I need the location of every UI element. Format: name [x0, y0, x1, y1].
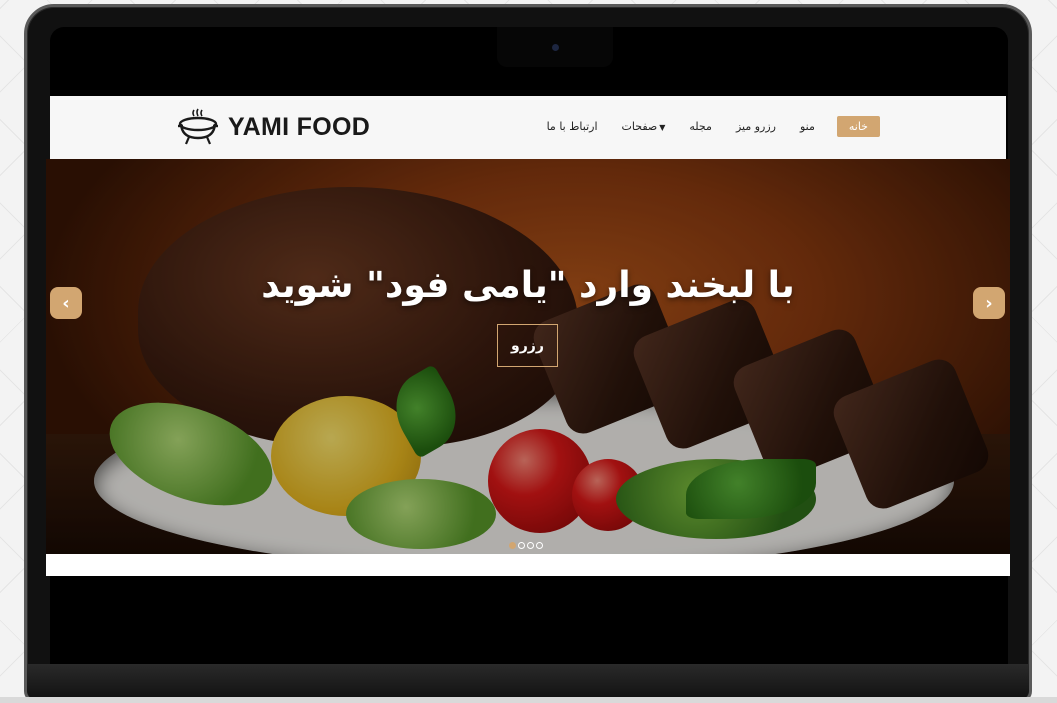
- navbar: YAMI FOOD خانه منو رزرو میز مجله صفحات ▼ …: [50, 96, 1006, 159]
- carousel-dot[interactable]: [509, 542, 516, 549]
- brand-logo[interactable]: YAMI FOOD: [176, 108, 370, 146]
- page-content-edge: [46, 554, 1010, 576]
- nav-item-pages-label: صفحات: [621, 119, 658, 133]
- nav-item-pages[interactable]: صفحات ▼: [620, 120, 668, 133]
- hero-title: با لبخند وارد "یامی فود" شوید: [261, 265, 795, 306]
- main-nav: خانه منو رزرو میز مجله صفحات ▼ ارتباط با …: [545, 115, 880, 137]
- carousel-prev-button[interactable]: ‹: [50, 287, 82, 319]
- carousel-next-button[interactable]: ›: [973, 287, 1005, 319]
- nav-item-menu[interactable]: منو: [798, 120, 817, 133]
- nav-item-reservation[interactable]: رزرو میز: [734, 120, 778, 133]
- nav-item-contact[interactable]: ارتباط با ما: [545, 120, 600, 133]
- website: YAMI FOOD خانه منو رزرو میز مجله صفحات ▼ …: [46, 96, 1010, 576]
- camera-notch: [497, 27, 613, 67]
- reserve-button[interactable]: رزرو: [497, 324, 558, 367]
- chevron-right-icon: ›: [985, 292, 993, 314]
- chevron-left-icon: ‹: [62, 292, 70, 314]
- hero-carousel: با لبخند وارد "یامی فود" شوید رزرو ‹ ›: [46, 159, 1010, 554]
- camera-icon: [552, 44, 559, 51]
- carousel-indicators: [509, 542, 543, 549]
- caret-down-icon: ▼: [659, 122, 666, 132]
- desk-strip: [0, 697, 1057, 703]
- nav-item-home[interactable]: خانه: [836, 115, 880, 137]
- laptop-base: [27, 664, 1029, 700]
- carousel-dot[interactable]: [527, 542, 534, 549]
- carousel-dot[interactable]: [536, 542, 543, 549]
- nav-item-magazine[interactable]: مجله: [687, 120, 714, 133]
- grill-icon: [178, 108, 218, 145]
- carousel-dot[interactable]: [518, 542, 525, 549]
- brand-name: YAMI FOOD: [228, 112, 371, 141]
